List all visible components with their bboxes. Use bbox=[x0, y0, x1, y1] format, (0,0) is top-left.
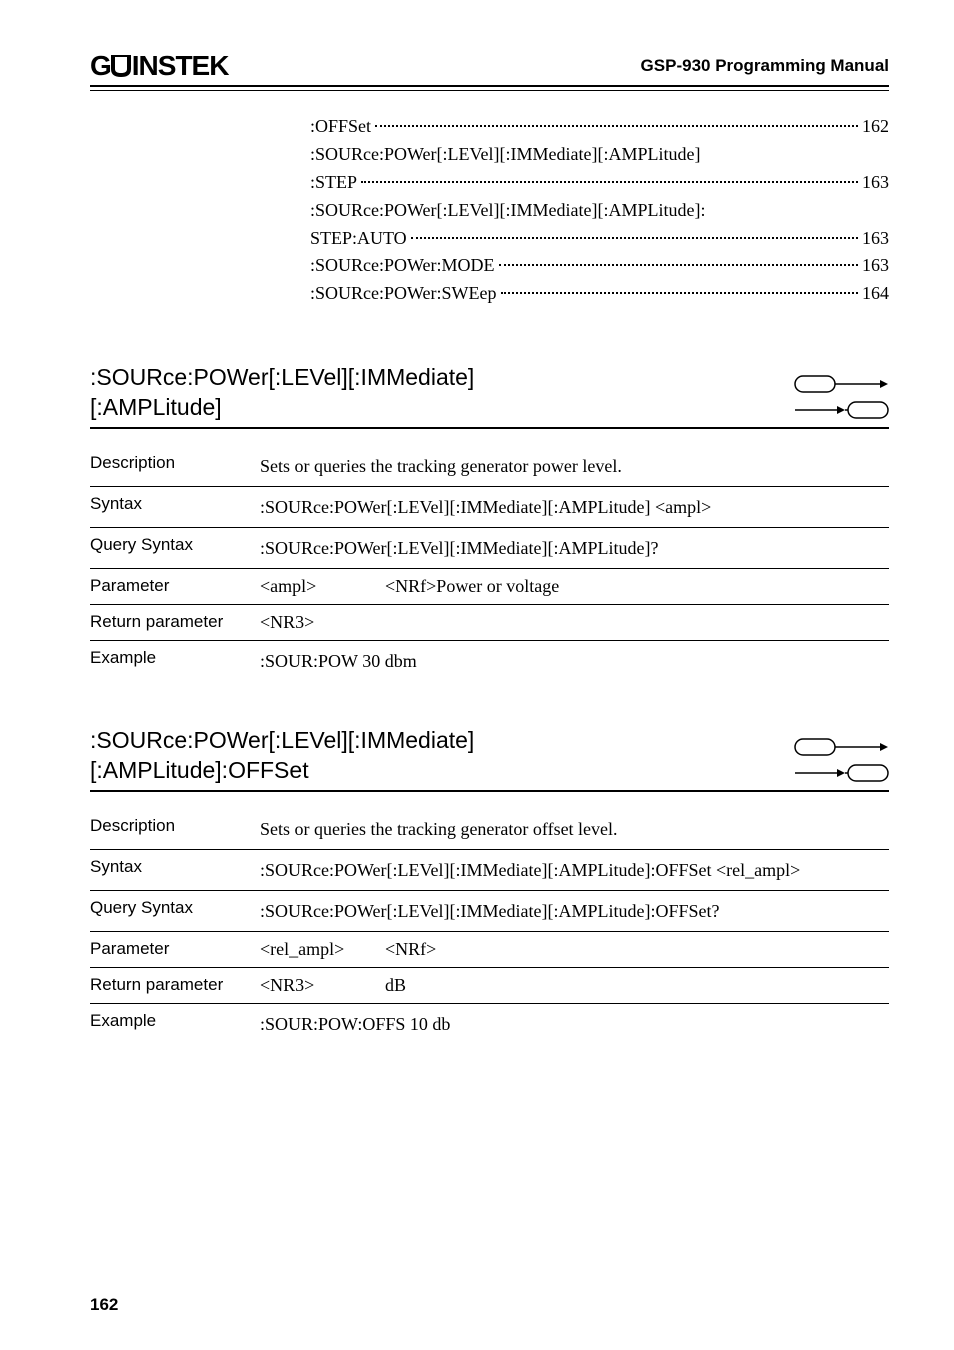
section-title-line: :SOURce:POWer[:LEVel][:IMMediate] bbox=[90, 363, 474, 393]
definition-row: DescriptionSets or queries the tracking … bbox=[90, 809, 889, 849]
definition-label: Query Syntax bbox=[90, 898, 260, 918]
table-of-contents: :OFFSet 162:SOURce:POWer[:LEVel][:IMMedi… bbox=[310, 113, 889, 308]
set-icon bbox=[794, 374, 889, 394]
definition-row: Syntax:SOURce:POWer[:LEVel][:IMMediate][… bbox=[90, 487, 889, 527]
section-heading-row: :SOURce:POWer[:LEVel][:IMMediate][:AMPLi… bbox=[90, 363, 889, 423]
toc-page-number: 163 bbox=[862, 225, 889, 253]
toc-text: :STEP bbox=[310, 169, 357, 197]
command-mode-icons bbox=[794, 737, 889, 786]
section-title: :SOURce:POWer[:LEVel][:IMMediate][:AMPLi… bbox=[90, 726, 474, 786]
command-section: :SOURce:POWer[:LEVel][:IMMediate][:AMPLi… bbox=[90, 363, 889, 681]
definition-label: Parameter bbox=[90, 939, 260, 959]
parameter-name: <rel_ampl> bbox=[260, 939, 385, 960]
definition-value: Sets or queries the tracking generator p… bbox=[260, 453, 889, 479]
definition-value: :SOUR:POW 30 dbm bbox=[260, 648, 889, 674]
logo-g: G bbox=[90, 50, 111, 81]
definition-label: Syntax bbox=[90, 494, 260, 514]
toc-line: :STEP 163 bbox=[310, 169, 889, 197]
definition-label: Syntax bbox=[90, 857, 260, 877]
definition-row: Return parameter<NR3> bbox=[90, 605, 889, 640]
toc-text: :SOURce:POWer:MODE bbox=[310, 252, 495, 280]
definition-row: Query Syntax:SOURce:POWer[:LEVel][:IMMed… bbox=[90, 528, 889, 568]
definition-label: Example bbox=[90, 648, 260, 668]
query-icon bbox=[794, 400, 889, 420]
section-title: :SOURce:POWer[:LEVel][:IMMediate][:AMPLi… bbox=[90, 363, 474, 423]
section-rule bbox=[90, 790, 889, 792]
toc-page-number: 162 bbox=[862, 113, 889, 141]
definition-row: DescriptionSets or queries the tracking … bbox=[90, 446, 889, 486]
parameter-name: <NR3> bbox=[260, 975, 385, 996]
section-title-line: [:AMPLitude]:OFFSet bbox=[90, 756, 474, 786]
definition-label: Return parameter bbox=[90, 975, 260, 995]
definition-value: :SOURce:POWer[:LEVel][:IMMediate][:AMPLi… bbox=[260, 898, 889, 924]
definition-row: Parameter<rel_ampl><NRf> bbox=[90, 932, 889, 967]
definition-label: Description bbox=[90, 453, 260, 473]
toc-line: STEP:AUTO 163 bbox=[310, 225, 889, 253]
page-title: GSP-930 Programming Manual bbox=[641, 56, 889, 76]
logo-text: INSTEK bbox=[132, 50, 229, 81]
definition-row: Query Syntax:SOURce:POWer[:LEVel][:IMMed… bbox=[90, 891, 889, 931]
section-title-line: [:AMPLitude] bbox=[90, 393, 474, 423]
command-section: :SOURce:POWer[:LEVel][:IMMediate][:AMPLi… bbox=[90, 726, 889, 1044]
section-rule bbox=[90, 427, 889, 429]
definition-row: Example:SOUR:POW:OFFS 10 db bbox=[90, 1004, 889, 1044]
definition-row: Example:SOUR:POW 30 dbm bbox=[90, 641, 889, 681]
definition-row: Return parameter<NR3>dB bbox=[90, 968, 889, 1003]
toc-line: :SOURce:POWer:MODE 163 bbox=[310, 252, 889, 280]
definition-value: :SOURce:POWer[:LEVel][:IMMediate][:AMPLi… bbox=[260, 535, 889, 561]
page-header: G INSTEK GSP-930 Programming Manual bbox=[90, 50, 889, 82]
toc-line: :OFFSet 162 bbox=[310, 113, 889, 141]
parameter-name: <NR3> bbox=[260, 612, 385, 633]
toc-leader-dots bbox=[375, 125, 858, 127]
toc-leader-dots bbox=[501, 292, 858, 294]
definition-value: :SOUR:POW:OFFS 10 db bbox=[260, 1011, 889, 1037]
toc-line: :SOURce:POWer[:LEVel][:IMMediate][:AMPLi… bbox=[310, 141, 889, 169]
parameter-name: <ampl> bbox=[260, 576, 385, 597]
toc-text: :SOURce:POWer:SWEep bbox=[310, 280, 497, 308]
section-heading-row: :SOURce:POWer[:LEVel][:IMMediate][:AMPLi… bbox=[90, 726, 889, 786]
definition-label: Query Syntax bbox=[90, 535, 260, 555]
query-icon bbox=[794, 763, 889, 783]
toc-text: :SOURce:POWer[:LEVel][:IMMediate][:AMPLi… bbox=[310, 197, 705, 225]
toc-leader-dots bbox=[499, 264, 858, 266]
parameter-value: <NRf>Power or voltage bbox=[385, 576, 889, 597]
toc-text: STEP:AUTO bbox=[310, 225, 407, 253]
toc-leader-dots bbox=[411, 237, 858, 239]
parameter-value: dB bbox=[385, 975, 889, 996]
toc-leader-dots bbox=[361, 181, 858, 183]
page-number: 162 bbox=[90, 1295, 118, 1315]
definition-row: Syntax:SOURce:POWer[:LEVel][:IMMediate][… bbox=[90, 850, 889, 890]
definition-label: Return parameter bbox=[90, 612, 260, 632]
definition-row: Parameter<ampl><NRf>Power or voltage bbox=[90, 569, 889, 604]
definition-value: :SOURce:POWer[:LEVel][:IMMediate][:AMPLi… bbox=[260, 494, 889, 520]
definition-value: Sets or queries the tracking generator o… bbox=[260, 816, 889, 842]
logo-u-icon bbox=[111, 50, 132, 82]
parameter-value: <NRf> bbox=[385, 939, 889, 960]
definition-value: :SOURce:POWer[:LEVel][:IMMediate][:AMPLi… bbox=[260, 857, 889, 883]
toc-line: :SOURce:POWer[:LEVel][:IMMediate][:AMPLi… bbox=[310, 197, 889, 225]
toc-page-number: 163 bbox=[862, 252, 889, 280]
definition-label: Description bbox=[90, 816, 260, 836]
toc-text: :SOURce:POWer[:LEVel][:IMMediate][:AMPLi… bbox=[310, 141, 700, 169]
command-mode-icons bbox=[794, 374, 889, 423]
brand-logo: G INSTEK bbox=[90, 50, 228, 82]
header-rule bbox=[90, 85, 889, 91]
toc-text: :OFFSet bbox=[310, 113, 371, 141]
toc-line: :SOURce:POWer:SWEep 164 bbox=[310, 280, 889, 308]
definition-label: Example bbox=[90, 1011, 260, 1031]
definition-label: Parameter bbox=[90, 576, 260, 596]
toc-page-number: 163 bbox=[862, 169, 889, 197]
set-icon bbox=[794, 737, 889, 757]
toc-page-number: 164 bbox=[862, 280, 889, 308]
section-title-line: :SOURce:POWer[:LEVel][:IMMediate] bbox=[90, 726, 474, 756]
